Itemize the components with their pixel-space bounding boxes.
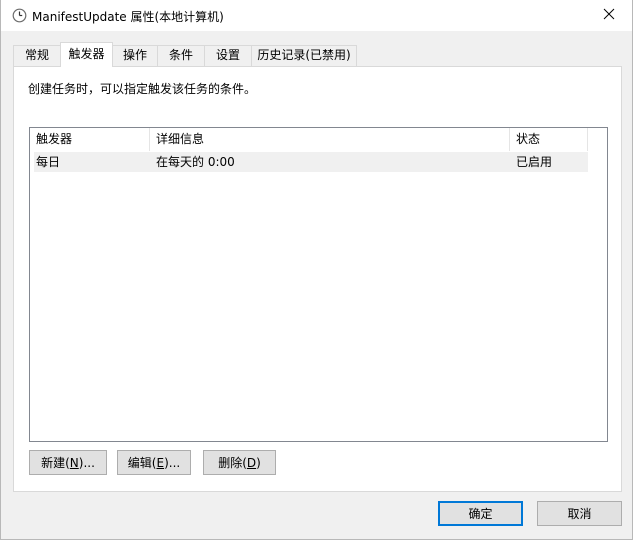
edit-button-suffix: )... <box>164 456 181 470</box>
edit-button-label: 编辑( <box>127 456 157 470</box>
task-properties-dialog: ManifestUpdate 属性(本地计算机) 常规 触发器 操作 条件 设置… <box>0 0 633 540</box>
tab-actions[interactable]: 操作 <box>112 45 158 66</box>
title-bar: ManifestUpdate 属性(本地计算机) <box>1 0 632 31</box>
tab-triggers[interactable]: 触发器 <box>60 42 113 67</box>
delete-button-suffix: ) <box>256 456 261 470</box>
delete-trigger-button[interactable]: 删除(D) <box>203 450 276 475</box>
close-button[interactable] <box>586 0 632 31</box>
list-header: 触发器 详细信息 状态 <box>30 128 607 151</box>
new-button-suffix: )... <box>78 456 95 470</box>
tab-history[interactable]: 历史记录(已禁用) <box>251 45 357 66</box>
close-icon <box>603 8 615 23</box>
table-row[interactable]: 每日 在每天的 0:00 已启用 <box>34 152 588 172</box>
column-header-trigger[interactable]: 触发器 <box>30 128 150 151</box>
delete-button-accesskey: D <box>246 456 257 470</box>
edit-button-accesskey: E <box>156 456 165 470</box>
cancel-button[interactable]: 取消 <box>537 501 622 526</box>
edit-trigger-button[interactable]: 编辑(E)... <box>117 450 191 475</box>
column-header-details[interactable]: 详细信息 <box>150 128 510 151</box>
column-header-status[interactable]: 状态 <box>510 128 588 151</box>
row-trigger: 每日 <box>36 155 61 169</box>
new-trigger-button[interactable]: 新建(N)... <box>29 450 107 475</box>
delete-button-label: 删除( <box>218 456 247 470</box>
new-button-label: 新建( <box>41 456 70 470</box>
new-button-accesskey: N <box>69 456 79 470</box>
panel-description: 创建任务时，可以指定触发该任务的条件。 <box>28 82 257 96</box>
tab-general[interactable]: 常规 <box>13 45 61 66</box>
tab-settings[interactable]: 设置 <box>204 45 252 66</box>
triggers-panel: 创建任务时，可以指定触发该任务的条件。 触发器 详细信息 状态 每日 在每天的 … <box>13 66 622 492</box>
clock-icon <box>12 8 27 23</box>
row-details: 在每天的 0:00 <box>156 155 235 169</box>
trigger-list[interactable]: 触发器 详细信息 状态 每日 在每天的 0:00 已启用 <box>29 127 608 442</box>
tab-conditions[interactable]: 条件 <box>157 45 205 66</box>
window-title: ManifestUpdate 属性(本地计算机) <box>32 10 224 24</box>
row-status: 已启用 <box>516 155 553 169</box>
ok-button[interactable]: 确定 <box>438 501 523 526</box>
